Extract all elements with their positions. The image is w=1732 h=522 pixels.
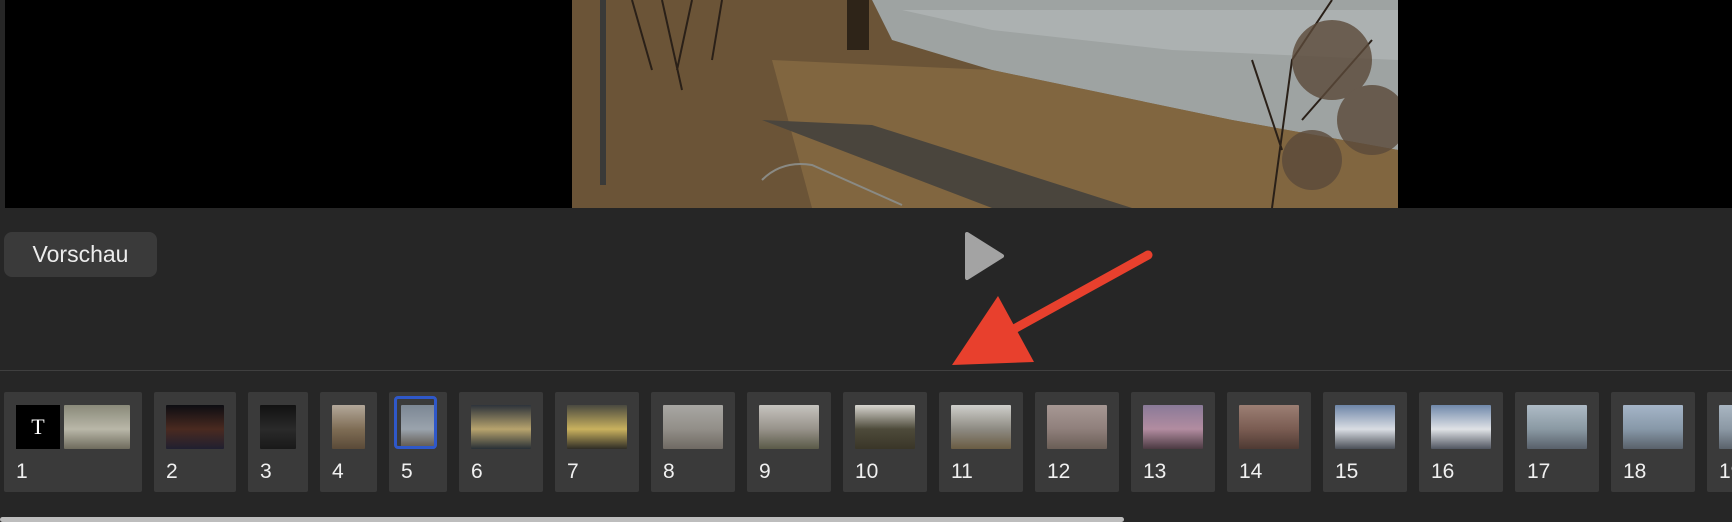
slide-thumbnail-image <box>1239 405 1299 449</box>
slide-thumbnail-1[interactable]: T1 <box>4 392 142 492</box>
slide-thumbnail-16[interactable]: 16 <box>1419 392 1503 492</box>
slide-thumbnail-image <box>663 405 723 449</box>
slide-thumbnail-image <box>260 405 296 449</box>
slide-thumbnail-9[interactable]: 9 <box>747 392 831 492</box>
slide-thumbnail-4[interactable]: 4 <box>320 392 377 492</box>
slide-thumbnail-14[interactable]: 14 <box>1227 392 1311 492</box>
slide-number: 1 <box>16 460 28 483</box>
slide-number: 11 <box>951 460 973 483</box>
slide-thumbnail-image <box>951 405 1011 449</box>
slide-thumbnail-7[interactable]: 7 <box>555 392 639 492</box>
slide-number: 3 <box>260 460 272 483</box>
play-icon <box>965 232 1004 280</box>
slide-thumbnail-11[interactable]: 11 <box>939 392 1023 492</box>
slide-number: 13 <box>1143 460 1167 483</box>
slide-thumbnail-image <box>1527 405 1587 449</box>
horizontal-scrollbar[interactable] <box>0 517 1124 522</box>
slide-number: 12 <box>1047 460 1071 483</box>
riverbank-photo <box>572 0 1398 208</box>
slide-thumbnail-image <box>471 405 531 449</box>
slide-number: 15 <box>1335 460 1359 483</box>
slide-thumbnail-5[interactable]: 5 <box>389 392 447 492</box>
slide-thumbnail-image <box>567 405 627 449</box>
slide-thumbnail-13[interactable]: 13 <box>1131 392 1215 492</box>
slide-thumbnail-15[interactable]: 15 <box>1323 392 1407 492</box>
slide-thumbnail-strip: T12345678910111213141516171819 <box>0 392 1732 492</box>
slide-thumbnail-3[interactable]: 3 <box>248 392 308 492</box>
slide-thumbnail-image <box>1047 405 1107 449</box>
slide-number: 14 <box>1239 460 1263 483</box>
slide-thumbnail-12[interactable]: 12 <box>1035 392 1119 492</box>
slide-thumbnail-image <box>1623 405 1683 449</box>
selection-highlight <box>394 396 437 449</box>
slide-number: 4 <box>332 460 344 483</box>
slide-thumbnail-18[interactable]: 18 <box>1611 392 1695 492</box>
slide-thumbnail-image <box>332 405 365 449</box>
slide-number: 5 <box>401 460 413 483</box>
slide-number: 16 <box>1431 460 1455 483</box>
slide-number: 18 <box>1623 460 1647 483</box>
slide-thumbnail-2[interactable]: 2 <box>154 392 236 492</box>
slide-number: 17 <box>1527 460 1551 483</box>
slide-number: 8 <box>663 460 675 483</box>
slide-thumbnail-10[interactable]: 10 <box>843 392 927 492</box>
slide-viewer <box>5 0 1732 208</box>
text-slide-icon: T <box>16 405 60 449</box>
current-slide-photo <box>572 0 1398 208</box>
slide-thumbnail-19[interactable]: 19 <box>1707 392 1732 492</box>
play-button[interactable] <box>958 230 1006 282</box>
slide-number: 7 <box>567 460 579 483</box>
slide-thumbnail-image <box>64 405 130 449</box>
slide-number: 19 <box>1719 460 1732 483</box>
slide-number: 10 <box>855 460 879 483</box>
preview-button[interactable]: Vorschau <box>4 232 157 277</box>
slide-thumbnail-image <box>1431 405 1491 449</box>
preview-area <box>0 0 1732 209</box>
divider <box>0 370 1732 371</box>
slide-number: 2 <box>166 460 178 483</box>
slide-thumbnail-image <box>1335 405 1395 449</box>
slide-thumbnail-image <box>166 405 224 449</box>
slide-thumbnail-image <box>759 405 819 449</box>
slide-thumbnail-6[interactable]: 6 <box>459 392 543 492</box>
slide-number: 9 <box>759 460 771 483</box>
slide-thumbnail-image <box>855 405 915 449</box>
slide-thumbnail-17[interactable]: 17 <box>1515 392 1599 492</box>
slide-thumbnail-8[interactable]: 8 <box>651 392 735 492</box>
slide-number: 6 <box>471 460 483 483</box>
slide-thumbnail-image <box>1143 405 1203 449</box>
slide-thumbnail-image <box>1719 405 1732 449</box>
